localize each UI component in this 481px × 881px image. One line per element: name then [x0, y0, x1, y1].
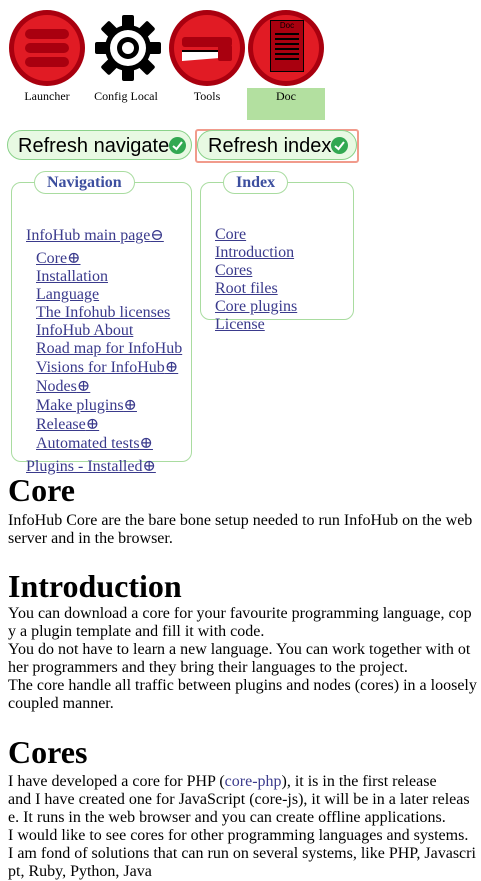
- launcher-label: Launcher: [24, 89, 70, 103]
- expand-icon[interactable]: ⊕: [165, 359, 178, 376]
- collapse-icon[interactable]: ⊖: [150, 227, 163, 244]
- config-local-label: Config Local: [94, 89, 158, 103]
- tools-label: Tools: [193, 89, 221, 103]
- nav-link-licenses[interactable]: The Infohub licenses: [36, 304, 170, 322]
- toolbar: Launcher Config Local Tools Doc Doc: [8, 8, 338, 120]
- nav-link-language[interactable]: Language: [36, 286, 99, 304]
- core-php-link[interactable]: core-php: [225, 773, 282, 790]
- index-link-introduction[interactable]: Introduction: [215, 244, 294, 262]
- refresh-navigate-button[interactable]: Refresh navigate: [7, 130, 192, 160]
- introduction-heading: Introduction: [8, 568, 182, 604]
- index-link-root-files[interactable]: Root files: [215, 280, 278, 298]
- index-link-core-plugins[interactable]: Core plugins: [215, 298, 297, 316]
- nav-link-nodes[interactable]: Nodes⊕: [36, 378, 90, 396]
- doc-button[interactable]: Doc Doc: [247, 8, 325, 120]
- check-icon: [169, 137, 186, 154]
- nav-link-road-map[interactable]: Road map for InfoHub: [36, 340, 182, 358]
- cores-paragraph: I have developed a core for PHP (core-ph…: [8, 773, 476, 880]
- expand-icon[interactable]: ⊕: [140, 435, 153, 452]
- nav-link-installation[interactable]: Installation: [36, 268, 108, 286]
- introduction-paragraph: You can download a core for your favouri…: [8, 605, 477, 712]
- doc-label: Doc: [276, 89, 296, 103]
- launcher-button[interactable]: Launcher: [8, 8, 86, 120]
- core-heading: Core: [8, 472, 75, 508]
- expand-icon[interactable]: ⊕: [77, 378, 90, 395]
- doc-badge-text: Doc: [279, 21, 295, 30]
- expand-icon[interactable]: ⊕: [67, 250, 80, 267]
- expand-icon[interactable]: ⊕: [142, 458, 155, 475]
- config-local-button[interactable]: Config Local: [87, 8, 165, 120]
- index-panel: Index Core Introduction Cores Root files…: [200, 171, 354, 333]
- check-icon: [331, 137, 348, 154]
- index-link-cores[interactable]: Cores: [215, 262, 252, 280]
- nav-link-release[interactable]: Release⊕: [36, 416, 99, 434]
- nav-link-main-page[interactable]: InfoHub main page⊖: [26, 227, 164, 245]
- core-paragraph: InfoHub Core are the bare bone setup nee…: [8, 512, 473, 547]
- cores-heading: Cores: [8, 734, 88, 770]
- index-legend: Index: [223, 171, 289, 194]
- nav-link-core[interactable]: Core⊕: [36, 250, 81, 268]
- index-link-license[interactable]: License: [215, 316, 265, 334]
- nav-link-automated-tests[interactable]: Automated tests⊕: [36, 435, 153, 453]
- navigation-legend: Navigation: [34, 171, 135, 194]
- expand-icon[interactable]: ⊕: [124, 397, 137, 414]
- nav-link-about[interactable]: InfoHub About: [36, 322, 133, 340]
- expand-icon[interactable]: ⊕: [86, 416, 99, 433]
- refresh-navigate-label: Refresh navigate: [18, 135, 170, 157]
- index-link-core[interactable]: Core: [215, 226, 246, 244]
- launcher-icon: [9, 10, 85, 86]
- gear-icon: [88, 10, 164, 86]
- tools-icon: [169, 10, 245, 86]
- nav-link-visions[interactable]: Visions for InfoHub⊕: [36, 359, 178, 377]
- nav-link-make-plugins[interactable]: Make plugins⊕: [36, 397, 137, 415]
- refresh-index-button[interactable]: Refresh index: [197, 130, 357, 160]
- refresh-index-label: Refresh index: [208, 135, 332, 157]
- tools-button[interactable]: Tools: [168, 8, 246, 120]
- doc-icon: Doc: [248, 10, 324, 86]
- navigation-panel: Navigation InfoHub main page⊖ Core⊕ Inst…: [11, 171, 192, 475]
